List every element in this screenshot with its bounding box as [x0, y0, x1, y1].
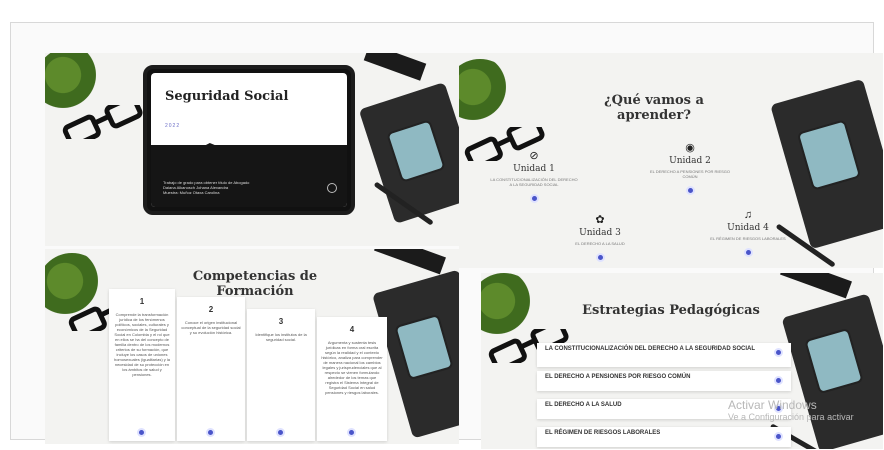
card-dot[interactable]: [347, 428, 356, 437]
estrategia-label: EL DERECHO A LA SALUD: [545, 402, 622, 408]
estrategia-label: LA CONSTITUCIONALIZACIÓN DEL DERECHO A L…: [545, 346, 755, 352]
tablet-slide: Seguridad Social 2022 Trabajo de grado p…: [143, 65, 355, 215]
slide-dark-band: [151, 145, 347, 207]
eye-icon: ◉: [685, 142, 695, 154]
paperclip-icon: ⊘: [529, 150, 539, 162]
unit-4[interactable]: ♫ Unidad 4 EL RÉGIMEN DE RIESGOS LABORAL…: [703, 209, 793, 262]
estrategia-dot[interactable]: [774, 348, 783, 357]
plant-decoration: [459, 59, 515, 129]
next-arrow-icon[interactable]: [327, 183, 337, 193]
card-dot[interactable]: [137, 428, 146, 437]
card-number: 1: [139, 297, 145, 306]
unit-3[interactable]: ✿ Unidad 3 EL DERECHO A LA SALUD: [555, 213, 645, 267]
slide-units-preview[interactable]: ¿Qué vamos a aprender? ⊘ Unidad 1 LA CON…: [459, 53, 883, 268]
card-number: 2: [208, 305, 214, 314]
book-decoration: [780, 273, 852, 299]
slide-title-preview[interactable]: Seguridad Social 2022 Trabajo de grado p…: [45, 53, 459, 246]
unit-2[interactable]: ◉ Unidad 2 EL DERECHO A PENSIONES POR RI…: [645, 141, 735, 200]
estrategia-item-1[interactable]: LA CONSTITUCIONALIZACIÓN DEL DERECHO A L…: [537, 343, 791, 367]
unit-1-desc: LA CONSTITUCIONALIZACIÓN DEL DERECHO A L…: [490, 177, 578, 187]
slide-estrategias-preview[interactable]: Estrategias Pedagógicas LA CONSTITUCIONA…: [481, 273, 883, 449]
unit-3-desc: EL DERECHO A LA SALUD: [575, 241, 625, 246]
unit-3-dot[interactable]: [595, 253, 605, 262]
unit-3-name: Unidad 3: [579, 228, 621, 238]
competencias-title: Competencias de Formación: [192, 269, 318, 299]
units-title: ¿Qué vamos a aprender?: [604, 93, 704, 123]
estrategia-dot[interactable]: [774, 432, 783, 441]
unit-4-name: Unidad 4: [727, 223, 769, 233]
card-dot[interactable]: [206, 428, 215, 437]
estrategia-label: EL RÉGIMEN DE RIESGOS LABORALES: [545, 430, 661, 436]
unit-1[interactable]: ⊘ Unidad 1 LA CONSTITUCIONALIZACIÓN DEL …: [489, 149, 579, 208]
estrategia-item-2[interactable]: EL DERECHO A PENSIONES POR RIESGO COMÚN: [537, 371, 791, 391]
card-text: Conoce el origen institucional conceptua…: [181, 320, 241, 335]
unit-1-name: Unidad 1: [513, 164, 555, 174]
estrategia-item-4[interactable]: EL RÉGIMEN DE RIESGOS LABORALES: [537, 427, 791, 447]
music-note-icon: ♫: [743, 209, 753, 221]
competencia-card-4[interactable]: 4 Argumenta y sustenta tesis jurídicas e…: [317, 317, 387, 441]
slide-year: 2022: [165, 123, 181, 129]
book-decoration: [363, 53, 427, 81]
glasses-decoration: [62, 105, 143, 139]
slide-author-info: Trabajo de grado para obtener título de …: [163, 180, 250, 195]
unit-1-dot[interactable]: [529, 194, 539, 203]
windows-activation-watermark: Activar Windows Ve a Configuración para …: [728, 398, 854, 422]
slide-title: Seguridad Social: [165, 89, 289, 104]
card-text: Argumenta y sustenta tesis jurídicas en …: [321, 340, 383, 395]
estrategia-label: EL DERECHO A PENSIONES POR RIESGO COMÚN: [545, 374, 691, 380]
unit-2-desc: EL DERECHO A PENSIONES POR RIESGO COMÚN: [649, 169, 731, 179]
unit-4-desc: EL RÉGIMEN DE RIESGOS LABORALES: [710, 236, 786, 241]
competencia-card-2[interactable]: 2 Conoce el origen institucional concept…: [177, 297, 245, 441]
gear-icon: ✿: [595, 214, 605, 226]
card-dot[interactable]: [276, 428, 285, 437]
card-text: Identifique los institutos de la segurid…: [255, 332, 307, 342]
book-decoration: [374, 249, 446, 275]
card-text: Comprende la transformación jurídica de …: [113, 312, 171, 377]
unit-4-dot[interactable]: [743, 248, 753, 257]
slide-competencias-preview[interactable]: Competencias de Formación 1 Comprende la…: [45, 249, 459, 444]
competencia-card-1[interactable]: 1 Comprende la transformación jurídica d…: [109, 289, 175, 441]
watermark-title: Activar Windows: [728, 398, 817, 412]
unit-2-name: Unidad 2: [669, 156, 711, 166]
competencia-card-3[interactable]: 3 Identifique los institutos de la segur…: [247, 309, 315, 441]
unit-2-dot[interactable]: [685, 186, 695, 195]
card-number: 3: [278, 317, 284, 326]
estrategia-dot[interactable]: [774, 376, 783, 385]
watermark-subtitle: Ve a Configuración para activar: [728, 412, 854, 422]
collage-frame: Seguridad Social 2022 Trabajo de grado p…: [10, 22, 883, 449]
estrategias-title: Estrategias Pedagógicas: [582, 303, 760, 318]
card-number: 4: [349, 325, 355, 334]
